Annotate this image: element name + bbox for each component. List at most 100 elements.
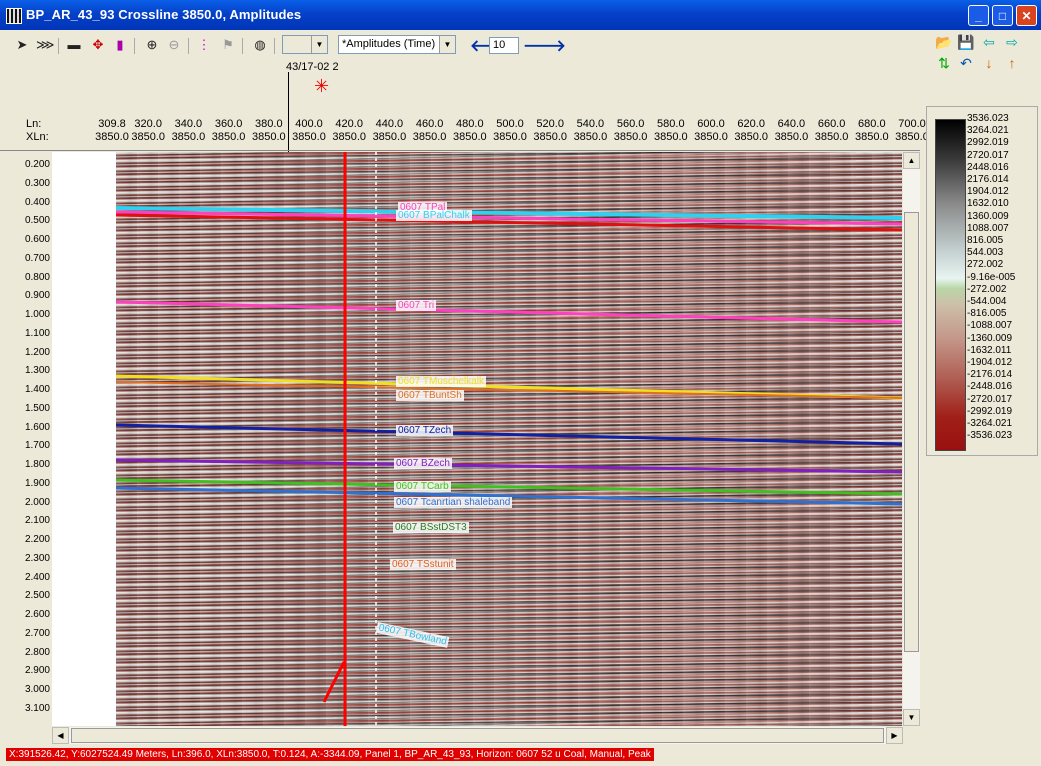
ln-tick-label: 309.8: [98, 118, 126, 130]
colorbar-label: -544.004: [967, 296, 1007, 307]
xln-tick-label: 3850.0: [613, 131, 648, 143]
time-tick-label: 1.800: [24, 459, 50, 470]
zoom-in-icon[interactable]: ⊕: [144, 37, 160, 53]
step-input[interactable]: 10: [489, 37, 519, 54]
display-combo[interactable]: *Amplitudes (Time) ▼: [338, 35, 456, 54]
xln-tick-label: 3850.0: [372, 131, 407, 143]
xln-tick-label: 3850.0: [774, 131, 809, 143]
horizon-label[interactable]: 0607 TCarb: [394, 481, 451, 492]
horizon-label[interactable]: 0607 TBuntSh: [396, 390, 464, 401]
time-tick-label: 2.400: [24, 571, 50, 583]
colorbar-label: -2720.017: [967, 393, 1013, 405]
colorbar-icon[interactable]: ▮: [112, 37, 128, 53]
blank-region: [52, 152, 116, 726]
tracks-icon[interactable]: ⋮: [196, 37, 212, 53]
save-icon[interactable]: 💾: [957, 33, 975, 51]
colorbar-label: 816.005: [967, 235, 1004, 246]
time-tick-label: 2.300: [24, 552, 50, 564]
ln-tick-label: 480.0: [456, 118, 484, 130]
horizon-label[interactable]: 0607 TMuschelkalk: [396, 376, 486, 387]
scroll-up-icon[interactable]: ▲: [903, 152, 920, 169]
time-tick-label: 0.500: [24, 215, 50, 227]
time-tick-label: 3.000: [24, 684, 50, 695]
horizon-label[interactable]: 0607 BZech: [394, 458, 452, 469]
blank-combo[interactable]: ▼: [282, 35, 328, 54]
scroll-down-icon[interactable]: ▼: [903, 709, 920, 726]
colorbar-label: -1904.012: [967, 357, 1013, 368]
time-tick-label: 0.700: [24, 252, 50, 264]
sort-up-icon[interactable]: ↑: [1003, 54, 1021, 72]
horizon-label[interactable]: 0607 Tcanrtian shaleband: [394, 497, 513, 508]
ln-tick-label: 620.0: [737, 118, 765, 130]
colorbar-label: 2448.016: [967, 161, 1009, 173]
horizon-label[interactable]: 0607 TZech: [396, 425, 454, 436]
colorbar-label: -1360.009: [967, 332, 1013, 344]
pointer-icon[interactable]: ➤: [14, 37, 30, 53]
minimize-button[interactable]: _: [968, 5, 989, 26]
vertical-scroll-thumb[interactable]: [904, 212, 919, 652]
xln-tick-label: 3850.0: [814, 131, 849, 143]
well-deviation-line: [322, 661, 346, 703]
time-tick-label: 0.300: [24, 177, 50, 189]
horizontal-scroll-thumb[interactable]: [71, 728, 884, 743]
ln-tick-label: 560.0: [616, 118, 645, 130]
sort-down-icon[interactable]: ↓: [980, 54, 998, 72]
maximize-button[interactable]: □: [992, 5, 1013, 26]
flag-icon[interactable]: ⚑: [220, 37, 236, 53]
xln-tick-label: 3850.0: [131, 131, 166, 143]
time-tick-label: 2.600: [24, 609, 50, 620]
horizon-line[interactable]: [116, 458, 902, 474]
arrow-left-icon[interactable]: ⇦: [980, 33, 998, 51]
colorbar-label: 2720.017: [967, 149, 1009, 161]
horizontal-scrollbar[interactable]: ◀ ▶: [52, 727, 903, 744]
time-tick-label: 1.600: [24, 421, 50, 433]
horizon-line[interactable]: [116, 381, 902, 399]
toolbar-separator: [274, 38, 275, 54]
colorbar-panel: 3536.023 3264.021 2992.019 2720.017 2448.016…: [926, 106, 1038, 456]
swap-icon[interactable]: ⇅: [935, 54, 953, 72]
open-folder-icon[interactable]: 📂: [935, 33, 953, 51]
xln-tick-label: 3850.0: [412, 131, 447, 143]
scroll-left-icon[interactable]: ◀: [52, 727, 69, 744]
vertical-scrollbar[interactable]: ▲ ▼: [903, 152, 920, 726]
ruler-icon[interactable]: ▬: [66, 37, 82, 53]
time-tick-label: 2.900: [24, 665, 50, 677]
arrow-right-icon[interactable]: ⇨: [1003, 33, 1021, 51]
undo-icon[interactable]: ↶: [957, 54, 975, 72]
time-tick-label: 1.300: [24, 365, 50, 377]
xln-tick-label: 3850.0: [452, 131, 487, 143]
zoom-out-icon[interactable]: ⊖: [166, 37, 182, 53]
ln-tick-label: 580.0: [657, 118, 685, 130]
xln-tick-label: 3850.0: [95, 131, 129, 143]
xln-tick-label: 3850.0: [251, 131, 286, 143]
time-tick-label: 1.700: [24, 440, 50, 452]
scroll-right-icon[interactable]: ▶: [886, 727, 903, 744]
status-bar: X:391526.42, Y:6027524.49 Meters, Ln:396…: [0, 746, 1041, 766]
toolbar: ➤ ⋙ ▬ ✥ ▮ ⊕ ⊖ ⋮ ⚑ ◍ ▼ *Amplitudes (Time)…: [0, 30, 1041, 71]
horizon-overlay: [116, 152, 902, 726]
globe-icon[interactable]: ◍: [252, 37, 268, 53]
colorbar[interactable]: [935, 119, 966, 451]
time-tick-label: 1.500: [24, 402, 50, 414]
colorbar-label: 3536.023: [967, 113, 1009, 124]
horizon-label[interactable]: 0607 BPalChalk: [396, 210, 472, 221]
multi-select-icon[interactable]: ⋙: [36, 37, 55, 53]
toolbar-separator: [134, 38, 135, 54]
time-tick-label: 0.200: [24, 159, 50, 170]
colorbar-label: 1632.010: [967, 198, 1009, 210]
ln-tick-label: 660.0: [817, 118, 846, 130]
horizon-line[interactable]: [116, 300, 902, 324]
seismic-section[interactable]: [116, 152, 902, 726]
colorbar-label: 1360.009: [967, 210, 1009, 222]
horizon-label[interactable]: 0607 TSstunit: [390, 559, 456, 570]
horizon-label[interactable]: 0607 BSstDST3: [393, 522, 469, 533]
colorbar-label: 2992.019: [967, 137, 1009, 149]
arrow-right-icon[interactable]: 🡒: [523, 35, 566, 56]
horizon-line[interactable]: [116, 423, 902, 446]
close-button[interactable]: ✕: [1016, 5, 1037, 26]
colorbar-label: -2448.016: [967, 381, 1013, 393]
crossplot-icon[interactable]: ✥: [90, 37, 106, 53]
colorbar-label: 3264.021: [967, 125, 1009, 137]
time-tick-label: 0.900: [24, 290, 50, 302]
horizon-label[interactable]: 0607 Tri: [396, 300, 437, 311]
